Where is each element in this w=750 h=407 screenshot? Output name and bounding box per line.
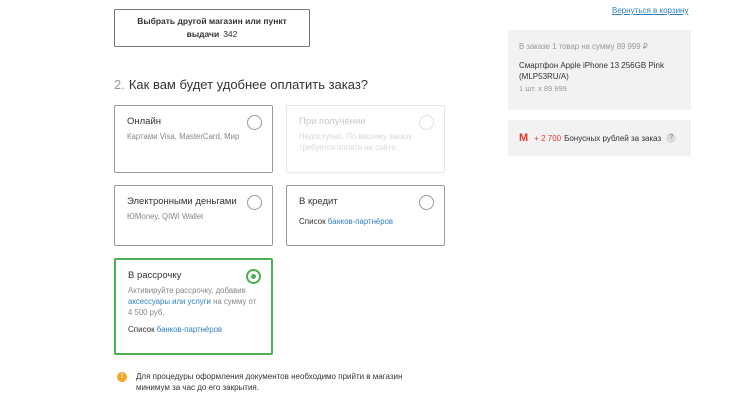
option-title: Онлайн xyxy=(127,116,162,127)
option-title: Электронными деньгами xyxy=(127,196,237,207)
banks-partners-link[interactable]: банков-партнёров xyxy=(157,325,222,334)
option-title: В кредит xyxy=(299,196,338,207)
option-desc: Картами Visa, MasterCard, Мир xyxy=(127,132,240,141)
mvideo-logo-icon: M xyxy=(519,132,529,144)
section-number: 2. xyxy=(114,77,125,92)
radio-button[interactable] xyxy=(247,115,262,130)
option-desc: Список банков-партнёров xyxy=(299,216,432,227)
help-icon[interactable]: ? xyxy=(666,133,677,143)
payment-option-installment[interactable]: В рассрочку Активируйте рассрочку, добав… xyxy=(114,258,273,355)
choose-store-button[interactable]: Выбрать другой магазин или пункт выдачи 3… xyxy=(114,9,310,47)
order-summary: В заказе 1 товар на сумму 89 999 ₽ Смарт… xyxy=(508,30,691,110)
payment-option-online[interactable]: Онлайн Картами Visa, MasterCard, Мир xyxy=(114,105,273,173)
accessories-services-link[interactable]: аксессуары или услуги xyxy=(128,297,211,306)
option-title: При получении xyxy=(299,116,366,127)
payment-option-credit[interactable]: В кредит Список банков-партнёров xyxy=(286,185,445,246)
notice-text: Для процедуры оформления документов необ… xyxy=(136,372,403,392)
payment-option-on-receipt: При получении Недоступно. По вашему зака… xyxy=(286,105,445,173)
section-title-text: Как вам будет удобнее оплатить заказ? xyxy=(128,77,369,92)
payment-section-title: 2. Как вам будет удобнее оплатить заказ? xyxy=(114,77,368,92)
store-notice: ! Для процедуры оформления документов не… xyxy=(117,371,437,393)
radio-button-selected[interactable] xyxy=(246,269,261,284)
option-desc: Активируйте рассрочку, добавив аксессуар… xyxy=(128,286,257,317)
radio-button[interactable] xyxy=(419,195,434,210)
bonus-text: Бонусных рублей за заказ xyxy=(564,133,662,143)
product-qty: 1 шт. x 89 999 xyxy=(519,84,567,93)
banks-partners-link[interactable]: банков-партнёров xyxy=(328,217,393,226)
option-desc: ЮMoney, QIWI Wallet xyxy=(127,212,204,221)
option-title: В рассрочку xyxy=(128,270,182,281)
store-count: 342 xyxy=(223,29,238,39)
banks-list-prefix: Список xyxy=(299,217,326,226)
banks-list-prefix: Список xyxy=(128,325,155,334)
product-name: Смартфон Apple iPhone 13 256GB Pink (MLP… xyxy=(519,61,664,81)
warning-icon: ! xyxy=(117,372,127,382)
bonus-panel: M + 2 700 Бонусных рублей за заказ ? xyxy=(508,120,691,156)
payment-option-emoney[interactable]: Электронными деньгами ЮMoney, QIWI Walle… xyxy=(114,185,273,246)
installment-banks: Список банков-партнёров xyxy=(128,324,259,335)
back-to-cart-link[interactable]: Вернуться в корзину xyxy=(612,6,688,15)
radio-button xyxy=(419,115,434,130)
radio-button[interactable] xyxy=(247,195,262,210)
choose-store-label: Выбрать другой магазин или пункт выдачи 3… xyxy=(137,16,287,39)
summary-head: В заказе 1 товар на сумму 89 999 ₽ xyxy=(519,42,648,51)
option-desc: Недоступно. По вашему заказу требуется о… xyxy=(299,132,413,152)
bonus-amount: + 2 700 xyxy=(534,133,562,143)
